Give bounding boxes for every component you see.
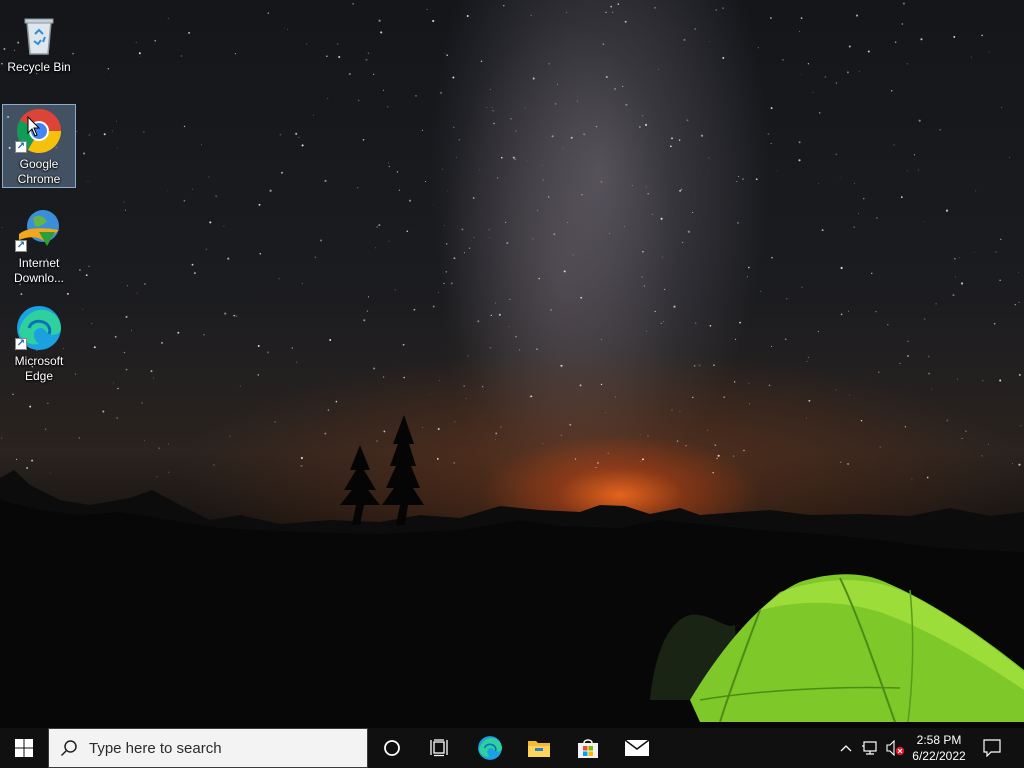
clock[interactable]: 2:58 PM 6/22/2022 xyxy=(907,728,971,768)
show-hidden-icons-button[interactable] xyxy=(836,728,856,768)
volume-muted-icon xyxy=(886,740,905,756)
recycle-bin-icon xyxy=(15,10,63,58)
start-button[interactable] xyxy=(0,728,48,768)
network-button[interactable] xyxy=(858,728,882,768)
desktop-icon-recycle-bin[interactable]: Recycle Bin xyxy=(2,8,76,75)
cortana-circle-icon xyxy=(384,740,400,756)
shortcut-arrow-icon: ↗ xyxy=(15,240,27,252)
clock-date: 6/22/2022 xyxy=(912,749,966,763)
store-bag-icon xyxy=(578,739,598,758)
windows-logo-icon xyxy=(15,739,33,757)
desktop-icon-label: Recycle Bin xyxy=(7,60,71,74)
clock-time: 2:58 PM xyxy=(916,733,962,747)
task-view-button[interactable] xyxy=(416,728,464,768)
taskbar-edge-button[interactable] xyxy=(466,728,514,768)
edge-icon: ↗ xyxy=(15,304,63,352)
mouse-cursor-icon xyxy=(27,116,41,137)
network-icon xyxy=(862,741,877,755)
search-icon xyxy=(49,739,89,757)
taskbar-store-button[interactable] xyxy=(564,728,612,768)
edge-icon xyxy=(478,736,502,760)
volume-button[interactable] xyxy=(883,728,907,768)
taskbar: Type here to search 2:58 PM 6/22/2022 xyxy=(0,728,1024,768)
taskbar-file-explorer-button[interactable] xyxy=(515,728,563,768)
wallpaper-landscape xyxy=(0,415,1024,728)
desktop-icon-label: Microsoft Edge xyxy=(14,354,64,383)
folder-icon xyxy=(528,741,550,757)
notification-icon xyxy=(983,739,1001,757)
desktop-icon-microsoft-edge[interactable]: ↗ Microsoft Edge xyxy=(2,302,76,384)
task-view-icon xyxy=(430,739,448,757)
shortcut-arrow-icon: ↗ xyxy=(15,338,27,350)
desktop-icon-label: Internet Downlo... xyxy=(13,256,65,285)
search-placeholder: Type here to search xyxy=(89,739,222,757)
desktop-icon-label: Google Chrome xyxy=(17,157,61,186)
desktop-icon-internet-download-manager[interactable]: ↗ Internet Downlo... xyxy=(2,204,76,286)
internet-download-manager-icon: ↗ xyxy=(15,206,63,254)
search-box[interactable]: Type here to search xyxy=(48,728,368,768)
chevron-up-icon xyxy=(840,745,852,752)
action-center-button[interactable] xyxy=(972,728,1012,768)
cortana-button[interactable] xyxy=(368,728,416,768)
taskbar-mail-button[interactable] xyxy=(613,728,661,768)
desktop[interactable]: Recycle Bin ↗ Google Chrome ↗ Internet D… xyxy=(0,0,1024,728)
mail-envelope-icon xyxy=(624,739,650,756)
shortcut-arrow-icon: ↗ xyxy=(15,141,27,153)
